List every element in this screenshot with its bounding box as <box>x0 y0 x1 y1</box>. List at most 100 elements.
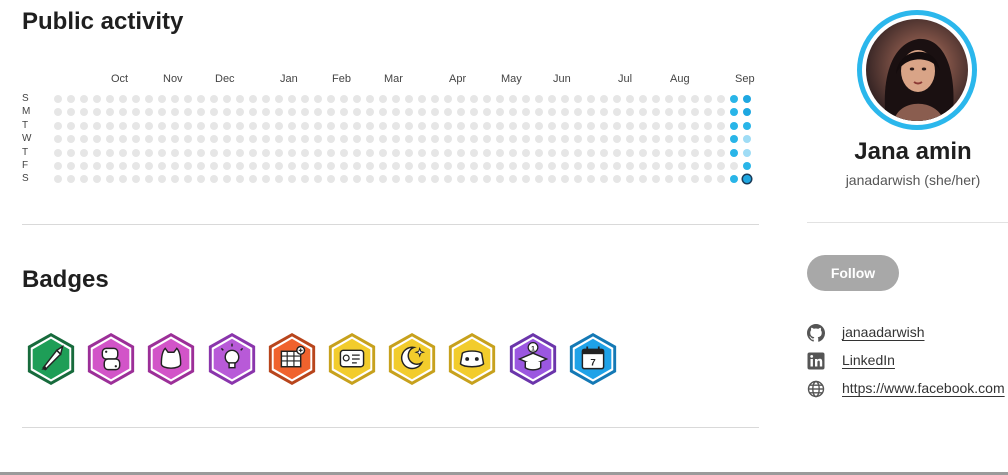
activity-cell[interactable] <box>730 121 738 130</box>
activity-cell[interactable] <box>509 135 517 144</box>
activity-cell[interactable] <box>353 148 361 157</box>
activity-cell[interactable] <box>262 95 270 103</box>
activity-cell[interactable] <box>132 148 140 157</box>
activity-cell[interactable] <box>470 148 478 157</box>
activity-cell[interactable] <box>67 148 75 157</box>
activity-cell[interactable] <box>665 175 673 184</box>
activity-cell[interactable] <box>236 121 244 130</box>
activity-cell[interactable] <box>548 148 556 157</box>
activity-cell[interactable] <box>431 148 439 157</box>
activity-cell[interactable] <box>106 108 114 117</box>
activity-cell[interactable] <box>457 108 465 117</box>
activity-cell[interactable] <box>444 121 452 130</box>
activity-cell[interactable] <box>392 148 400 157</box>
activity-cell[interactable] <box>444 175 452 184</box>
activity-cell[interactable] <box>639 121 647 130</box>
activity-cell[interactable] <box>184 162 192 170</box>
activity-cell[interactable] <box>730 108 738 117</box>
activity-cell[interactable] <box>184 175 192 184</box>
activity-cell[interactable] <box>158 95 166 103</box>
activity-cell[interactable] <box>483 95 491 103</box>
activity-cell[interactable] <box>496 121 504 130</box>
activity-cell[interactable] <box>509 95 517 103</box>
activity-cell[interactable] <box>67 108 75 117</box>
activity-cell[interactable] <box>431 175 439 184</box>
activity-cell[interactable] <box>93 175 101 184</box>
activity-cell[interactable] <box>470 121 478 130</box>
activity-cell[interactable] <box>236 95 244 103</box>
activity-cell[interactable] <box>366 95 374 103</box>
activity-cell[interactable] <box>587 121 595 130</box>
activity-cell[interactable] <box>132 121 140 130</box>
activity-cell[interactable] <box>379 175 387 184</box>
activity-cell[interactable] <box>106 175 114 184</box>
activity-cell[interactable] <box>288 121 296 130</box>
activity-cell[interactable] <box>483 148 491 157</box>
id-card-badge[interactable] <box>325 330 379 388</box>
activity-cell[interactable] <box>93 162 101 170</box>
activity-cell[interactable] <box>119 162 127 170</box>
activity-cell[interactable] <box>262 108 270 117</box>
activity-cell[interactable] <box>314 148 322 157</box>
activity-cell[interactable] <box>613 175 621 184</box>
activity-cell[interactable] <box>67 121 75 130</box>
activity-cell[interactable] <box>275 121 283 130</box>
activity-cell[interactable] <box>80 135 88 144</box>
activity-cell[interactable] <box>54 162 62 170</box>
activity-cell[interactable] <box>691 95 699 103</box>
activity-cell[interactable] <box>197 148 205 157</box>
activity-cell[interactable] <box>249 108 257 117</box>
activity-cell[interactable] <box>392 108 400 117</box>
activity-cell[interactable] <box>145 108 153 117</box>
activity-cell[interactable] <box>405 175 413 184</box>
activity-cell[interactable] <box>171 121 179 130</box>
github-cat-badge[interactable] <box>144 330 198 388</box>
activity-cell[interactable] <box>275 148 283 157</box>
activity-cell[interactable] <box>275 95 283 103</box>
activity-cell[interactable] <box>210 108 218 117</box>
activity-cell[interactable] <box>119 135 127 144</box>
activity-cell[interactable] <box>353 121 361 130</box>
activity-cell[interactable] <box>418 175 426 184</box>
activity-cell[interactable] <box>210 162 218 170</box>
activity-cell[interactable] <box>197 108 205 117</box>
activity-cell[interactable] <box>626 148 634 157</box>
activity-cell[interactable] <box>626 135 634 144</box>
activity-cell[interactable] <box>613 135 621 144</box>
activity-cell[interactable] <box>717 95 725 103</box>
activity-cell[interactable] <box>67 162 75 170</box>
activity-cell[interactable] <box>119 175 127 184</box>
website-link[interactable]: https://www.facebook.com <box>842 380 1005 396</box>
activity-cell[interactable] <box>483 162 491 170</box>
activity-cell[interactable] <box>132 108 140 117</box>
activity-cell[interactable] <box>535 135 543 144</box>
activity-cell[interactable] <box>535 148 543 157</box>
activity-cell[interactable] <box>340 175 348 184</box>
activity-cell[interactable] <box>704 108 712 117</box>
activity-cell[interactable] <box>210 148 218 157</box>
activity-cell[interactable] <box>379 162 387 170</box>
activity-cell[interactable] <box>418 135 426 144</box>
activity-cell[interactable] <box>678 95 686 103</box>
activity-cell[interactable] <box>626 175 634 184</box>
activity-cell[interactable] <box>106 121 114 130</box>
activity-cell[interactable] <box>392 121 400 130</box>
activity-cell[interactable] <box>431 135 439 144</box>
activity-cell[interactable] <box>327 162 335 170</box>
activity-cell[interactable] <box>743 162 751 170</box>
activity-cell[interactable] <box>457 162 465 170</box>
activity-cell[interactable] <box>743 108 751 117</box>
activity-cell[interactable] <box>405 121 413 130</box>
activity-cell[interactable] <box>639 162 647 170</box>
activity-cell[interactable] <box>340 121 348 130</box>
activity-cell[interactable] <box>119 148 127 157</box>
activity-cell[interactable] <box>314 175 322 184</box>
activity-cell[interactable] <box>171 108 179 117</box>
activity-cell[interactable] <box>431 95 439 103</box>
activity-cell[interactable] <box>561 148 569 157</box>
github-link[interactable]: janaadarwish <box>842 324 925 340</box>
activity-cell[interactable] <box>548 108 556 117</box>
activity-cell[interactable] <box>561 135 569 144</box>
activity-cell[interactable] <box>587 95 595 103</box>
graduation-cap-badge[interactable]: 1 <box>506 330 560 388</box>
